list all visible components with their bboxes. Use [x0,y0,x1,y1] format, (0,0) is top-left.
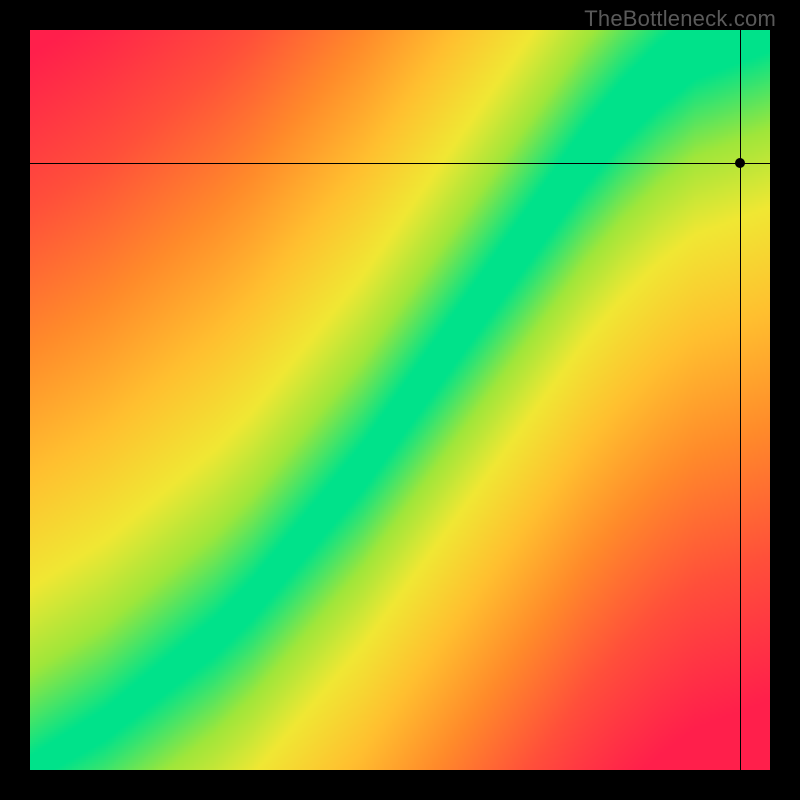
watermark-label: TheBottleneck.com [584,6,776,32]
plot-area [30,30,770,770]
chart-container: TheBottleneck.com [0,0,800,800]
heatmap-canvas [30,30,770,770]
